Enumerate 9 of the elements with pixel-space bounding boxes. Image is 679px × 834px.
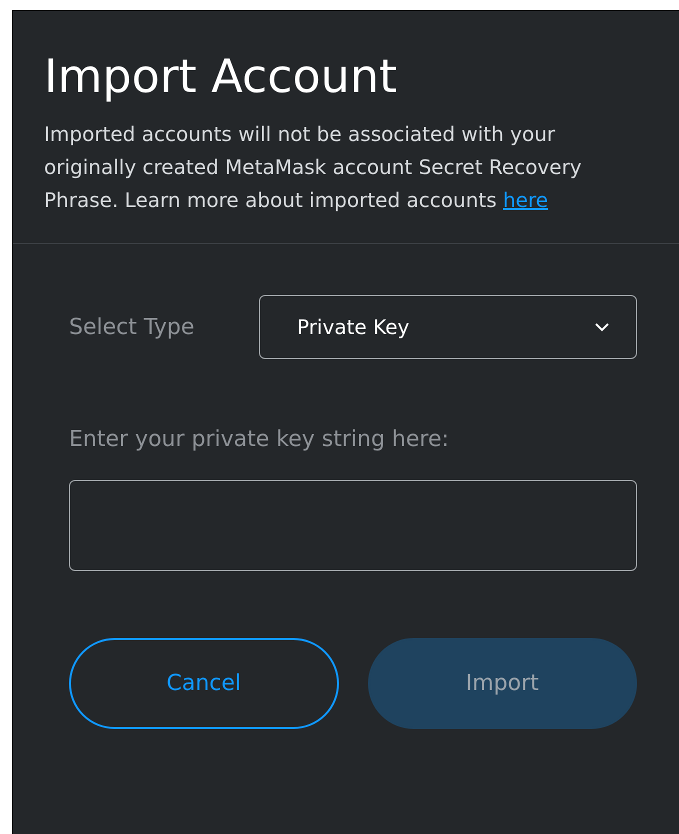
- select-type-label: Select Type: [69, 314, 194, 342]
- dialog-title: Import Account: [44, 49, 398, 104]
- cancel-button[interactable]: Cancel: [69, 638, 338, 730]
- chevron-down-icon: [594, 322, 610, 332]
- type-dropdown[interactable]: Private Key: [259, 295, 637, 360]
- description-text: Imported accounts will not be associated with your originally created MetaMask account Secret Recovery Phrase. Learn more about imported accounts here: [44, 121, 583, 214]
- here-link[interactable]: here: [502, 188, 548, 212]
- private-key-label: Enter your private key string here:: [69, 426, 450, 454]
- private-key-field[interactable]: [69, 480, 637, 572]
